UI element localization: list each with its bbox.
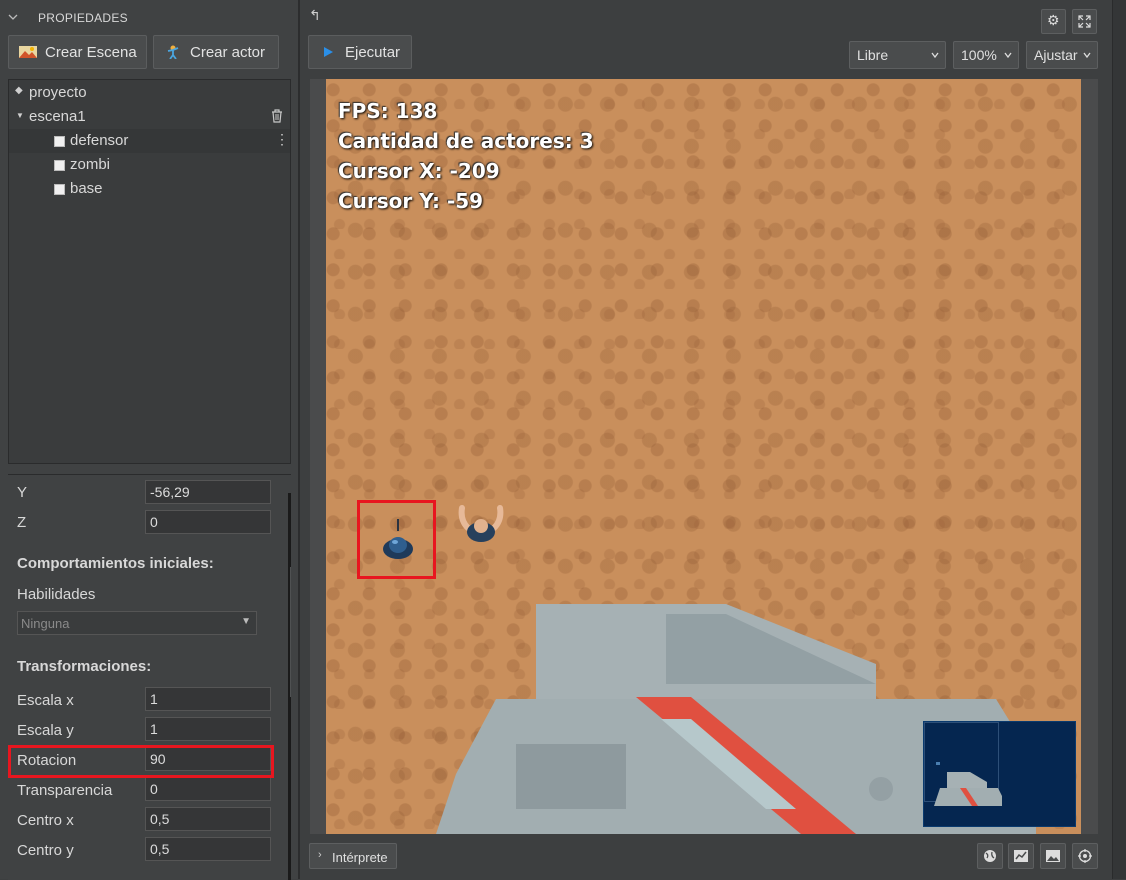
chevron-right-icon: › (318, 849, 322, 861)
image-icon (1046, 850, 1060, 862)
undo-icon[interactable]: ↰ (309, 7, 321, 24)
tree-item-actor[interactable]: zombi (9, 153, 290, 177)
crosshair-icon (1078, 849, 1092, 863)
chevron-down-icon (8, 14, 18, 20)
minimap-actor-dot (936, 762, 940, 765)
center-x-input[interactable]: 0,5 (145, 807, 271, 831)
mode-value: Libre (857, 47, 889, 63)
panel-header[interactable]: PROPIEDADES (0, 0, 298, 34)
tree-item-actor[interactable]: base (9, 177, 290, 201)
scale-y-label: Escala y (17, 722, 74, 739)
scale-x-label: Escala x (17, 692, 74, 709)
y-input[interactable]: -56,29 (145, 480, 271, 504)
scene-tree: ◆ proyecto ▼ escena1 defensor ⋮ zombi ba… (8, 79, 291, 464)
rotation-highlight (8, 745, 274, 778)
chevron-down-icon (1004, 52, 1012, 59)
create-scene-button[interactable]: Crear Escena (8, 35, 147, 69)
actor-icon (167, 45, 179, 59)
scale-y-input[interactable]: 1 (145, 717, 271, 741)
image-button[interactable] (1040, 843, 1066, 869)
target-button[interactable] (1072, 843, 1098, 869)
create-actor-label: Crear actor (190, 43, 266, 61)
properties-scrollbar-thumb[interactable] (290, 567, 291, 697)
expand-icon (1078, 15, 1091, 28)
dropdown-arrow-icon: ▼ (241, 616, 251, 627)
cursor-x-readout: Cursor X: -209 (338, 159, 500, 183)
chevron-down-icon (1083, 52, 1091, 59)
abilities-label: Habilidades (17, 586, 96, 603)
chart-icon (1014, 850, 1028, 862)
y-label: Y (17, 484, 28, 501)
minimap-base (934, 772, 1002, 806)
actor-square-icon (54, 160, 65, 171)
transforms-heading: Transformaciones: (17, 658, 152, 675)
editor-toolbar: ↰ Ejecutar ⚙ Libre 100% Ajustar (300, 0, 1112, 79)
actor-square-icon (54, 184, 65, 195)
actor-count-readout: Cantidad de actores: 3 (338, 129, 594, 153)
fps-readout: FPS: 138 (338, 99, 438, 123)
tree-label: proyecto (29, 84, 87, 101)
panel-title: PROPIEDADES (38, 11, 128, 25)
zoom-value: 100% (961, 47, 997, 63)
fullscreen-button[interactable] (1072, 9, 1097, 34)
cursor-y-readout: Cursor Y: -59 (338, 189, 484, 213)
center-x-label: Centro x (17, 812, 74, 829)
defender-highlight (357, 500, 436, 579)
globe-button[interactable] (977, 843, 1003, 869)
center-y-input[interactable]: 0,5 (145, 837, 271, 861)
behaviors-heading: Comportamientos iniciales: (17, 555, 214, 572)
properties-panel: PROPIEDADES Crear Escena Crear actor ◆ p… (0, 0, 298, 880)
actor-properties: Y -56,29 Z 0 Comportamientos iniciales: … (8, 474, 291, 880)
minimap[interactable] (923, 721, 1076, 827)
gear-icon: ⚙ (1047, 12, 1060, 28)
chevron-down-icon (931, 52, 939, 59)
create-scene-label: Crear Escena (45, 43, 137, 61)
scale-x-input[interactable]: 1 (145, 687, 271, 711)
transparency-label: Transparencia (17, 782, 113, 799)
zombie-sprite[interactable] (456, 504, 506, 548)
center-y-label: Centro y (17, 842, 74, 859)
mode-select[interactable]: Libre (849, 41, 946, 69)
scene-icon (19, 46, 37, 58)
tree-label: defensor (70, 132, 129, 149)
abilities-select[interactable]: Ninguna ▼ (17, 611, 257, 635)
fit-select[interactable]: Ajustar (1026, 41, 1098, 69)
right-scrollbar[interactable] (1112, 0, 1126, 879)
game-canvas[interactable]: FPS: 138 Cantidad de actores: 3 Cursor X… (326, 79, 1081, 834)
chart-button[interactable] (1008, 843, 1034, 869)
globe-icon (984, 850, 996, 862)
interpreter-label: Intérprete (332, 850, 388, 865)
z-input[interactable]: 0 (145, 510, 271, 534)
tree-item-actor[interactable]: defensor ⋮ (9, 129, 290, 153)
settings-button[interactable]: ⚙ (1041, 9, 1066, 34)
run-button[interactable]: Ejecutar (308, 35, 412, 69)
actor-square-icon (54, 136, 65, 147)
fit-value: Ajustar (1034, 47, 1078, 63)
tree-label: zombi (70, 156, 111, 173)
tree-item-project[interactable]: ◆ proyecto (9, 81, 290, 105)
tree-item-scene[interactable]: ▼ escena1 (9, 105, 290, 129)
abilities-value: Ninguna (21, 616, 70, 631)
diamond-icon: ◆ (15, 85, 23, 96)
create-actor-button[interactable]: Crear actor (153, 35, 279, 69)
caret-down-icon[interactable]: ▼ (16, 111, 24, 120)
transparency-input[interactable]: 0 (145, 777, 271, 801)
bottom-toolbar: › Intérprete (300, 834, 1112, 879)
more-vertical-icon[interactable]: ⋮ (275, 131, 289, 148)
play-icon (324, 47, 333, 57)
trash-icon[interactable] (271, 109, 283, 123)
z-label: Z (17, 514, 27, 531)
run-label: Ejecutar (345, 43, 401, 61)
interpreter-button[interactable]: › Intérprete (309, 843, 397, 869)
tree-label: escena1 (29, 108, 86, 125)
panel-divider[interactable] (298, 0, 300, 879)
zoom-select[interactable]: 100% (953, 41, 1019, 69)
tree-label: base (70, 180, 103, 197)
